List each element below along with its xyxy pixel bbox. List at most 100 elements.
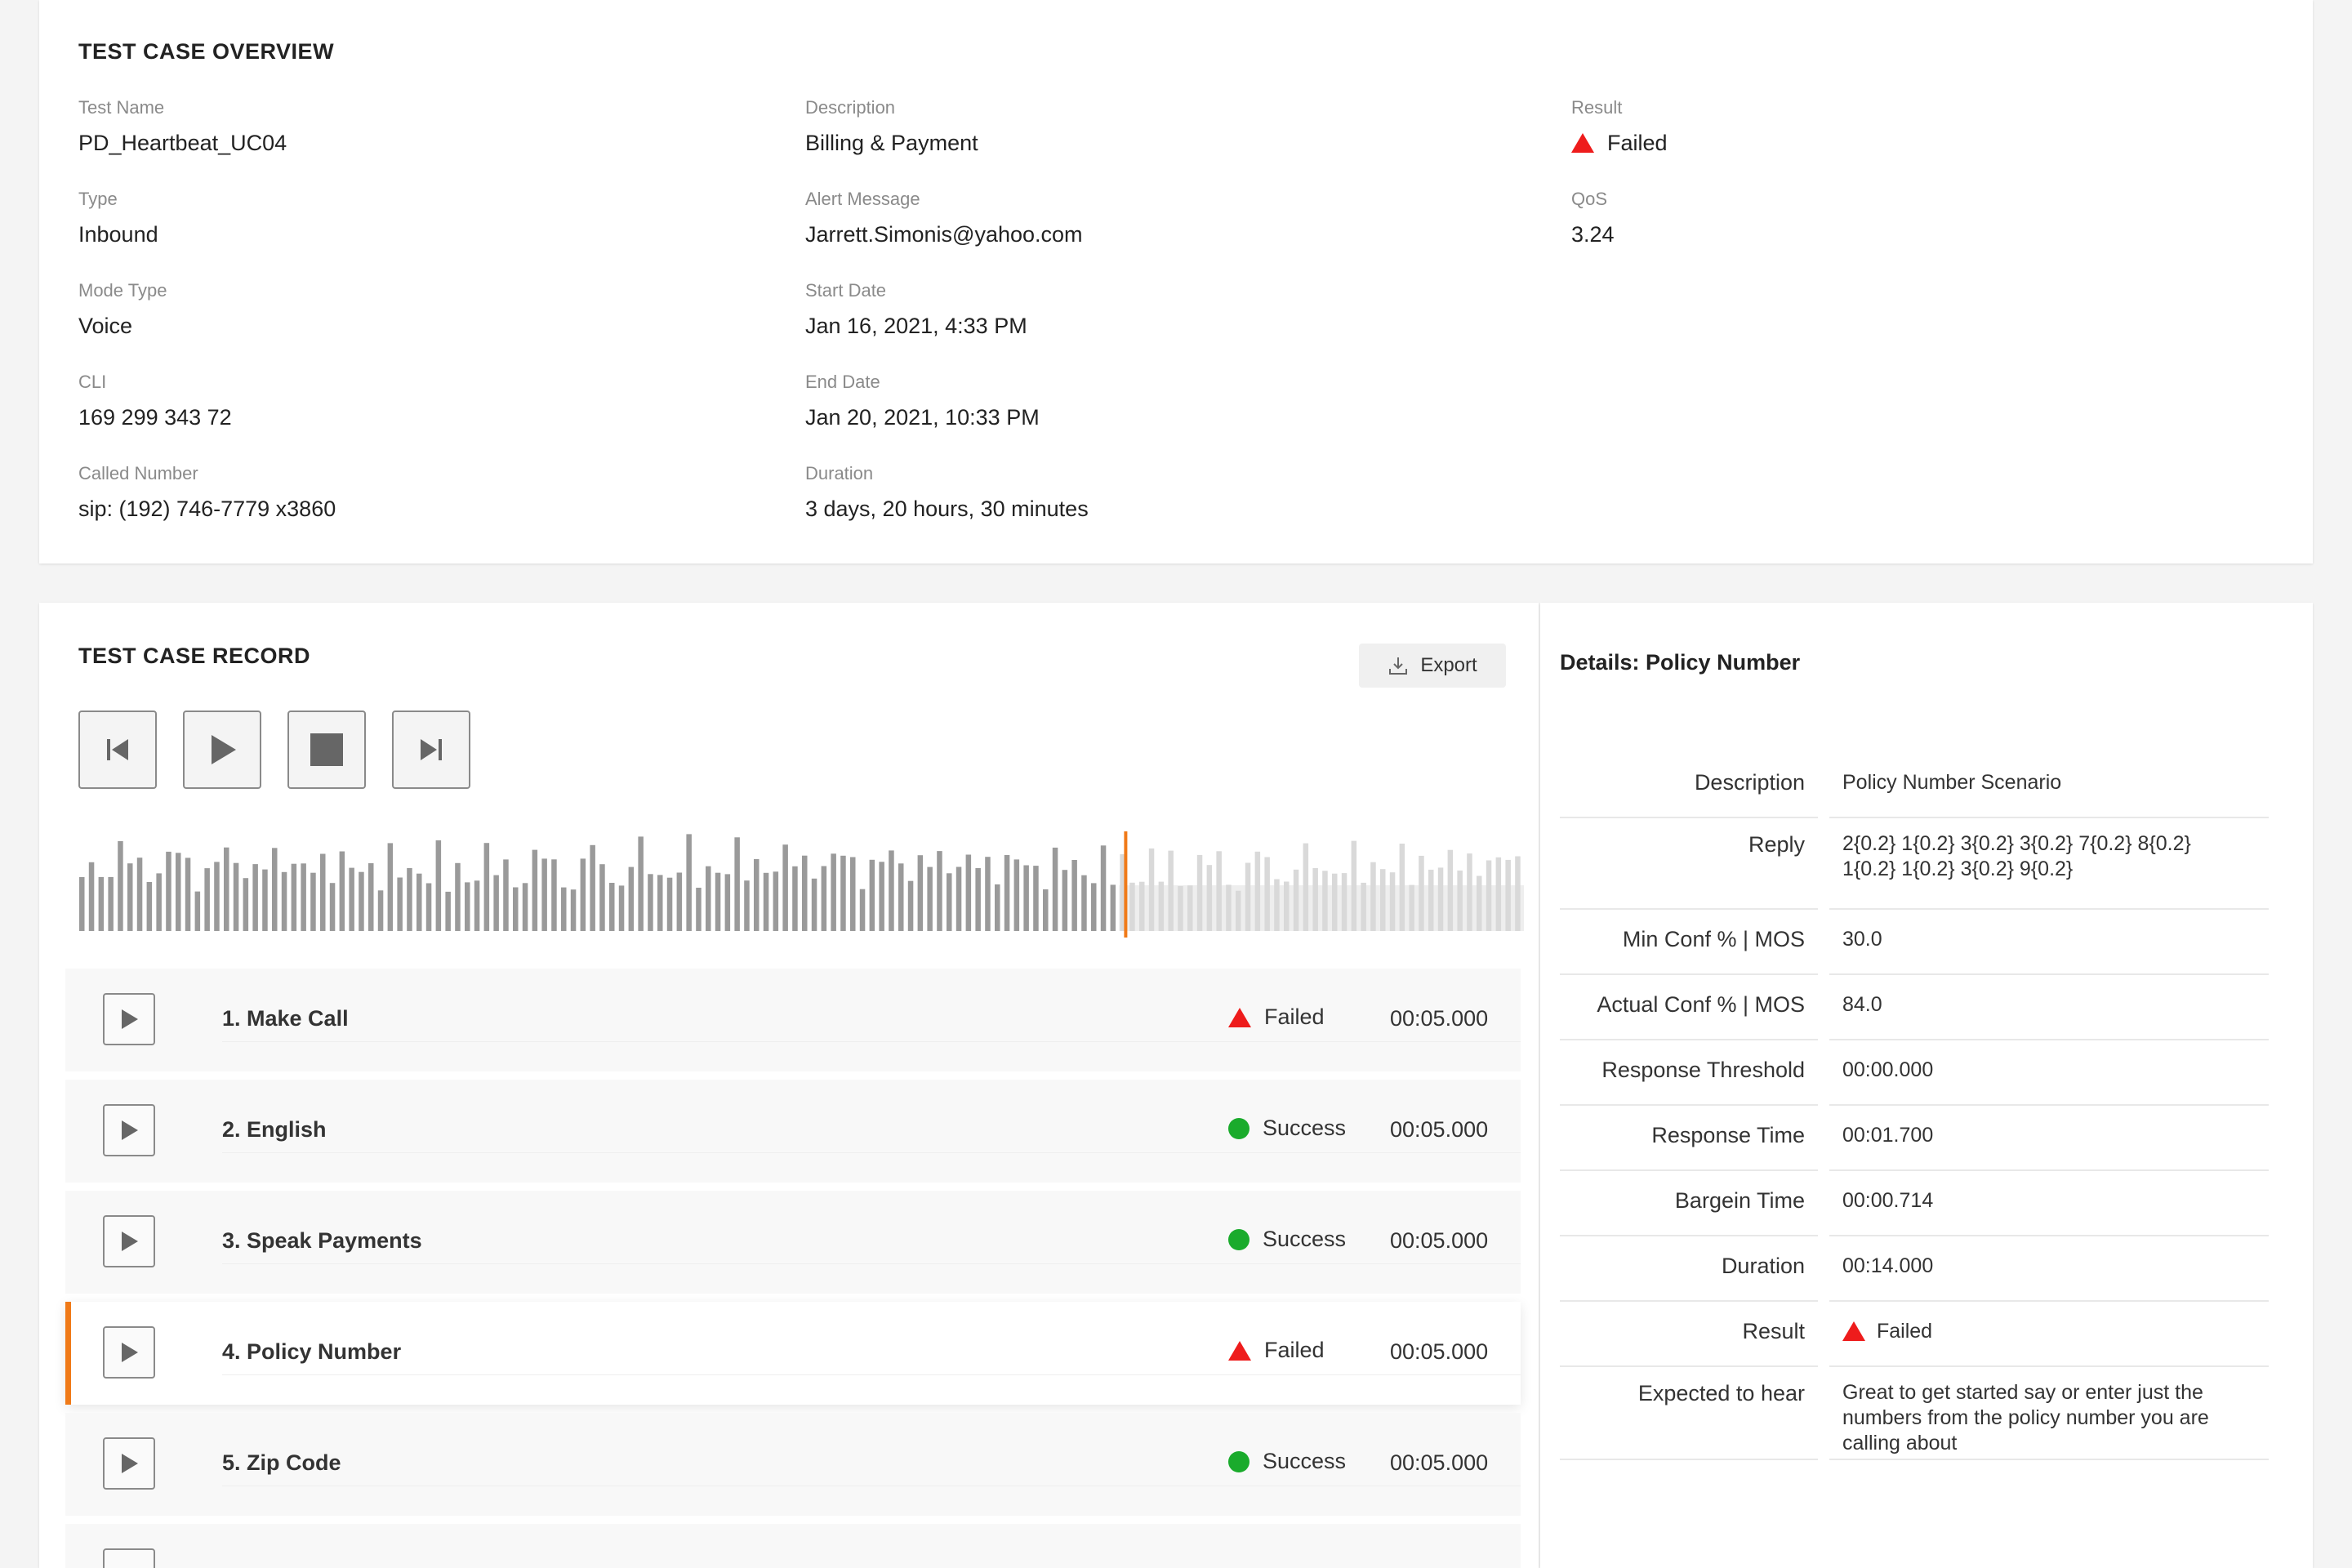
- waveform-bar: [1467, 853, 1472, 931]
- waveform-bar: [1428, 869, 1434, 931]
- waveform-bar: [339, 851, 345, 931]
- row-divider: [222, 1374, 1521, 1375]
- field-label: Type: [78, 189, 118, 209]
- waveform-bar: [1139, 881, 1145, 931]
- download-icon: [1389, 657, 1408, 675]
- export-button[interactable]: Export: [1359, 644, 1506, 688]
- waveform-bar: [474, 880, 480, 931]
- waveform-bar: [224, 847, 229, 931]
- waveform-bar: [176, 853, 181, 931]
- waveform-bar: [465, 882, 470, 931]
- waveform-bar: [927, 866, 933, 931]
- details-key: Expected to hear: [1560, 1372, 1818, 1460]
- success-dot-icon: [1228, 1228, 1250, 1250]
- step-time: 00:05.000: [1390, 1228, 1489, 1253]
- field-label: Alert Message: [805, 189, 920, 209]
- step-play-button[interactable]: [103, 1215, 155, 1267]
- overview-title: TEST CASE OVERVIEW: [78, 39, 335, 64]
- step-row[interactable]: 3. Speak Payments Success 00:05.000: [65, 1191, 1521, 1294]
- waveform-bar: [657, 875, 663, 931]
- details-key-text: Actual Conf % | MOS: [1597, 992, 1805, 1017]
- test-case-overview-card: TEST CASE OVERVIEW Test Name PD_Heartbea…: [39, 0, 2313, 564]
- waveform-bar: [1409, 884, 1414, 931]
- details-value-cell: Failed: [1829, 1307, 2269, 1367]
- waveform-bar: [628, 866, 635, 931]
- waveform-bar: [166, 851, 172, 931]
- row-divider: [222, 1041, 1521, 1042]
- waveform-bar: [618, 885, 625, 931]
- waveform-bar: [985, 857, 991, 931]
- waveform-bar: [1351, 840, 1357, 931]
- step-time: 00:05.000: [1390, 1339, 1489, 1364]
- waveform-bar: [1100, 845, 1107, 931]
- waveform-bar: [792, 866, 798, 931]
- step-row[interactable]: 2. English Success 00:05.000: [65, 1080, 1521, 1183]
- waveform-bar: [281, 871, 287, 931]
- waveform-bar: [541, 858, 547, 931]
- details-value-line: 2{0.2} 1{0.2} 3{0.2} 3{0.2} 7{0.2} 8{0.2…: [1842, 832, 2191, 855]
- details-row: Actual Conf % | MOS 84.0: [1560, 980, 2269, 1040]
- step-row[interactable]: 4. Policy Number Failed 00:05.000: [65, 1302, 1521, 1405]
- waveform-bar: [898, 863, 904, 931]
- details-value: 2{0.2} 1{0.2} 3{0.2} 3{0.2} 7{0.2} 8{0.2…: [1842, 831, 2191, 882]
- field-value: 3 days, 20 hours, 30 minutes: [805, 497, 1089, 521]
- waveform-bar: [821, 866, 827, 931]
- details-value: 30.0: [1842, 928, 1882, 951]
- step-name: 1. Make Call: [222, 1006, 349, 1031]
- step-play-button[interactable]: [103, 1326, 155, 1379]
- waveform-bar: [185, 858, 191, 931]
- step-name: 2. English: [222, 1117, 327, 1142]
- waveform-bar: [1399, 844, 1405, 931]
- details-key: Reply: [1560, 823, 1818, 910]
- skip-back-button[interactable]: [78, 710, 157, 789]
- waveform-bar: [706, 866, 711, 931]
- waveform-bar: [1033, 866, 1039, 931]
- field-result: Result Failed: [1571, 96, 1668, 157]
- waveform-bar: [1236, 890, 1241, 931]
- waveform-bar: [301, 863, 306, 931]
- step-status: Success: [1228, 1116, 1346, 1141]
- waveform-bar: [1178, 886, 1183, 931]
- details-title: Details: Policy Number: [1560, 650, 1801, 675]
- play-button[interactable]: [183, 710, 261, 789]
- failed-triangle-icon: [1842, 1321, 1865, 1341]
- step-play-button[interactable]: [103, 993, 155, 1045]
- details-row: Min Conf % | MOS 30.0: [1560, 915, 2269, 975]
- skip-forward-button[interactable]: [392, 710, 470, 789]
- waveform-bar: [291, 863, 297, 931]
- waveform-bar: [329, 883, 336, 931]
- step-row[interactable]: 5. Zip Code Success 00:05.000: [65, 1413, 1521, 1516]
- audio-waveform[interactable]: [78, 831, 1524, 954]
- waveform-bar: [416, 873, 422, 931]
- waveform-bar: [840, 855, 846, 931]
- step-name: 4. Policy Number: [222, 1339, 402, 1364]
- result-text: Failed: [1607, 131, 1668, 155]
- step-time: 00:05.000: [1390, 1117, 1489, 1142]
- details-value-cell: 00:14.000: [1829, 1241, 2269, 1302]
- waveform-bar: [98, 876, 105, 931]
- step-play-button[interactable]: [103, 1104, 155, 1156]
- details-value-cell: 00:00.714: [1829, 1176, 2269, 1236]
- step-play-button[interactable]: [103, 1548, 155, 1568]
- play-icon: [122, 1009, 138, 1029]
- step-play-button[interactable]: [103, 1437, 155, 1490]
- field-type: Type Inbound: [78, 188, 158, 248]
- stop-button[interactable]: [287, 710, 366, 789]
- waveform-bar: [532, 849, 538, 931]
- waveform-bar: [676, 872, 683, 931]
- waveform-bar: [156, 873, 162, 931]
- waveform-bar: [435, 840, 442, 931]
- waveform-bar: [513, 887, 519, 931]
- details-value-line: Great to get started say or enter just t…: [1842, 1381, 2203, 1404]
- step-row[interactable]: 1. Make Call Failed 00:05.000: [65, 969, 1521, 1071]
- waveform-bar: [320, 853, 326, 931]
- waveform-bar: [136, 858, 143, 931]
- details-key-text: Min Conf % | MOS: [1622, 927, 1805, 951]
- step-row[interactable]: [65, 1524, 1521, 1568]
- waveform-bar: [503, 859, 509, 931]
- play-icon: [122, 1232, 138, 1251]
- waveform-bar: [1264, 857, 1270, 931]
- waveform-bar: [1303, 843, 1309, 931]
- waveform-bar: [1341, 873, 1348, 931]
- details-key-text: Response Time: [1651, 1123, 1805, 1147]
